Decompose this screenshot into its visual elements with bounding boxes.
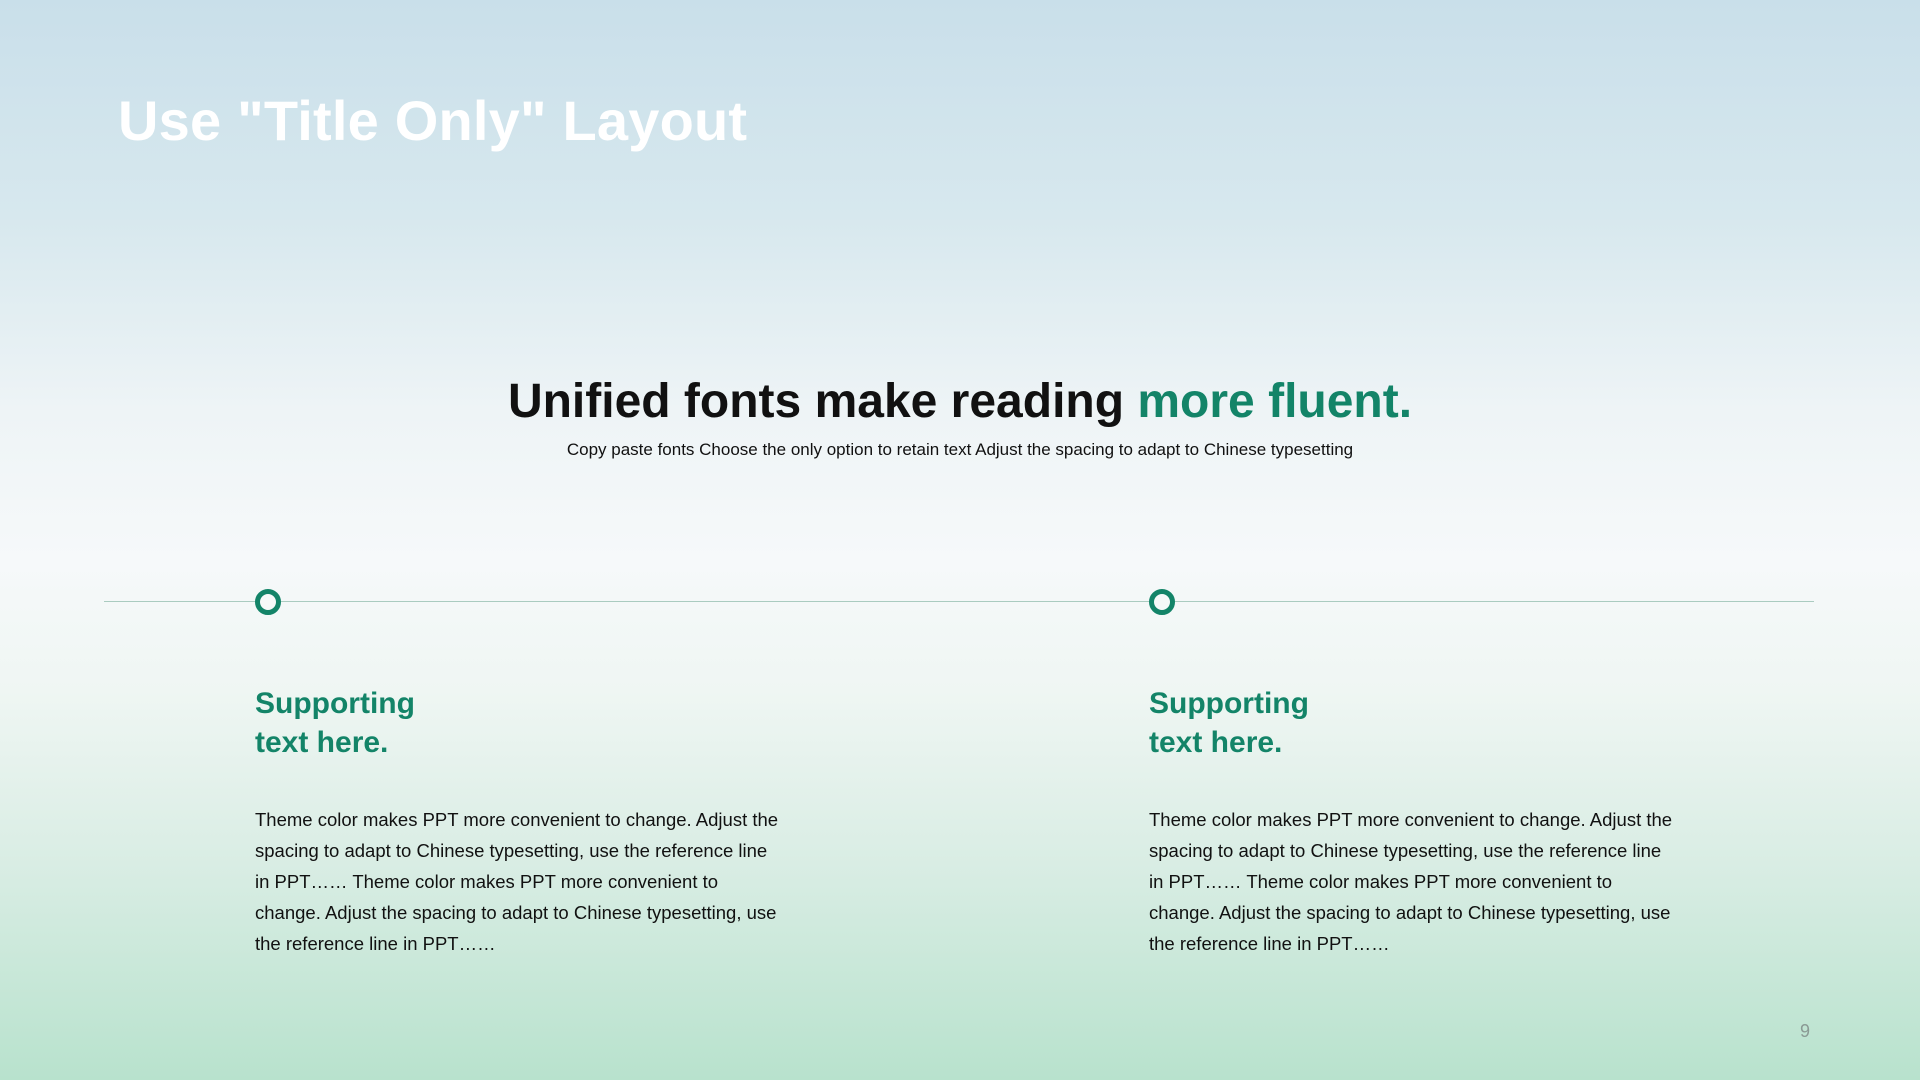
column-1-body: Theme color makes PPT more convenient to… (255, 809, 779, 954)
column-1: Supporting text here. Theme color makes … (255, 684, 795, 959)
column-2: Supporting text here. Theme color makes … (1149, 684, 1689, 959)
headline-accent: more fluent. (1137, 375, 1413, 428)
timeline-line (104, 601, 1814, 602)
slide-title: Use "Title Only" Layout (118, 89, 748, 152)
column-2-heading: Supporting text here. (1149, 687, 1309, 759)
headline-subtext: Copy paste fonts Choose the only option … (566, 440, 1354, 459)
column-2-body: Theme color makes PPT more convenient to… (1149, 809, 1673, 954)
timeline-marker-2 (1149, 589, 1175, 615)
timeline-marker-1 (255, 589, 281, 615)
headline: Unified fonts make reading more fluent. (0, 374, 1920, 429)
headline-main: Unified fonts make reading (507, 375, 1138, 428)
slide: Use "Title Only" Layout Unified fonts ma… (0, 0, 1920, 1080)
page-number: 9 (1799, 1021, 1810, 1041)
column-1-heading: Supporting text here. (255, 687, 415, 759)
